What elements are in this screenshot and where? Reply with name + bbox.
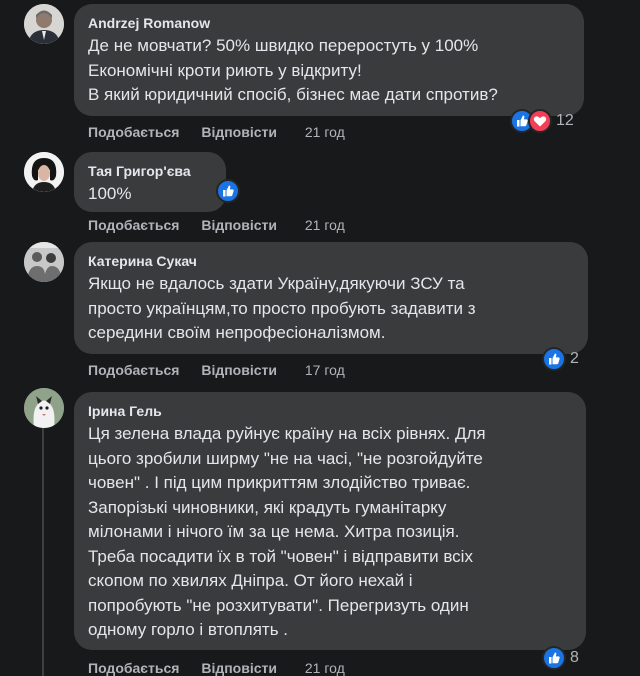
comment-thread: Andrzej Romanow Де не мовчати? 50% швидк… [0, 0, 640, 676]
comment-author[interactable]: Ірина Гель [88, 403, 572, 420]
avatar-group-photo-image [24, 242, 64, 282]
like-icon [216, 179, 240, 203]
comment-text-line: Якщо не вдалось здати Україну,дякуючи ЗС… [88, 274, 465, 293]
comment-text-line: В який юридичний спосіб, бізнес мае дати… [88, 85, 498, 104]
reaction-summary[interactable] [216, 178, 244, 204]
comment-author[interactable]: Катерина Сукач [88, 253, 574, 270]
like-icon [542, 646, 566, 670]
avatar[interactable] [24, 4, 64, 44]
like-icon [542, 347, 566, 371]
love-icon [528, 109, 552, 133]
reply-button[interactable]: Відповісти [201, 217, 277, 233]
comment-text-line: 100% [88, 184, 132, 203]
comment: Тая Григор'єва 100% Подобається Відповіс… [0, 150, 640, 242]
comment-author[interactable]: Тая Григор'єва [88, 163, 212, 180]
comment-text-line: середини своїм непрофесіоналізмом. [88, 323, 386, 342]
reaction-count: 2 [570, 350, 579, 367]
like-button[interactable]: Подобається [88, 217, 179, 233]
comment-text-line: скопом по хвилях Дніпра. От його нехай і [88, 571, 413, 590]
reaction-count: 12 [556, 112, 574, 129]
reaction-summary[interactable]: 8 [542, 645, 579, 671]
comment-bubble: Катерина Сукач Якщо не вдалось здати Укр… [74, 242, 588, 354]
comment-timestamp[interactable]: 21 год [305, 660, 345, 676]
comment-actions: Подобається Відповісти 21 год [88, 660, 345, 676]
avatar[interactable] [24, 388, 64, 428]
comment-timestamp[interactable]: 21 год [305, 124, 345, 140]
reply-button[interactable]: Відповісти [201, 124, 277, 140]
comment-text-line: мілонами і нічого їм за це нема. Хитра п… [88, 522, 460, 541]
avatar-cat-image [24, 388, 64, 428]
comment-timestamp[interactable]: 21 год [305, 217, 345, 233]
comment-text-line: Треба посадити їх в той "човен" і відпра… [88, 546, 473, 566]
comment-text-line: Де не мовчати? 50% швидко переростуть у … [88, 36, 479, 55]
comment-text-line: цього зробили ширму "не на часі, "не роз… [88, 448, 483, 468]
comment-text-line: Запорізькі чиновники, які крадуть гумані… [88, 497, 447, 517]
comment-text: Ця зелена влада руйнує країну на всіх рі… [88, 422, 572, 643]
reaction-summary[interactable]: 2 [542, 346, 579, 372]
comment-text: Де не мовчати? 50% швидко переростуть у … [88, 34, 570, 108]
avatar[interactable] [24, 152, 64, 192]
comment-text-line: Економічні кроти риють у відкриту! [88, 60, 362, 80]
reply-button[interactable]: Відповісти [201, 660, 277, 676]
comment-bubble: Ірина Гель Ця зелена влада руйнує країну… [74, 392, 586, 650]
comment-author[interactable]: Andrzej Romanow [88, 15, 570, 32]
comment-timestamp[interactable]: 17 год [305, 362, 345, 378]
comment: Катерина Сукач Якщо не вдалось здати Укр… [0, 242, 640, 382]
reaction-count: 8 [570, 649, 579, 666]
comment-text-line: Ця зелена влада руйнує країну на всіх рі… [88, 424, 486, 443]
comment: Ірина Гель Ця зелена влада руйнує країну… [0, 388, 640, 676]
comment-text-line: одному горло і втоплять . [88, 620, 289, 639]
comment: Andrzej Romanow Де не мовчати? 50% швидк… [0, 0, 640, 150]
comment-actions: Подобається Відповісти 17 год [88, 362, 345, 379]
comment-bubble: Andrzej Romanow Де не мовчати? 50% швидк… [74, 4, 584, 116]
reaction-summary[interactable]: 12 [510, 108, 574, 134]
comment-actions: Подобається Відповісти 21 год [88, 217, 345, 234]
comment-bubble: Тая Григор'єва 100% [74, 152, 226, 212]
comment-text-line: просто українцям,то просто пробують зада… [88, 298, 476, 318]
like-button[interactable]: Подобається [88, 124, 179, 140]
reply-button[interactable]: Відповісти [201, 362, 277, 378]
avatar[interactable] [24, 242, 64, 282]
comment-text-line: попробують "не розхитувати". Перегризуть… [88, 595, 469, 615]
like-button[interactable]: Подобається [88, 362, 179, 378]
avatar-man-suit-image [24, 4, 64, 44]
comment-text: Якщо не вдалось здати Україну,дякуючи ЗС… [88, 272, 574, 346]
avatar-woman-image [24, 152, 64, 192]
comment-text: 100% [88, 182, 212, 207]
comment-text-line: човен" . І під цим прикриттям злодійство… [88, 473, 471, 492]
comment-actions: Подобається Відповісти 21 год [88, 124, 345, 141]
like-button[interactable]: Подобається [88, 660, 179, 676]
